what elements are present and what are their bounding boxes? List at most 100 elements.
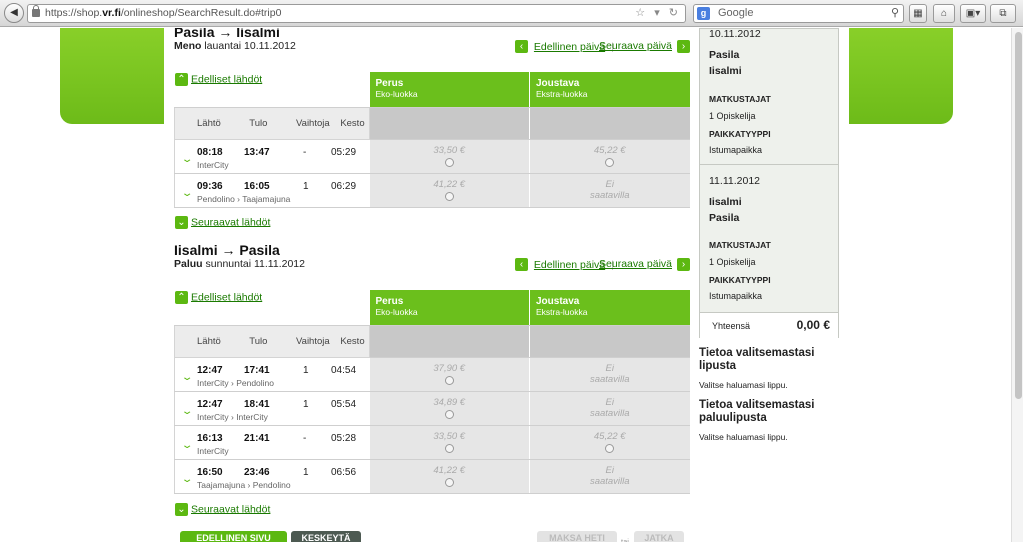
back-arrow-icon[interactable]: ◀ (4, 3, 24, 23)
chevron-down-icon[interactable]: ⌄ (181, 440, 194, 451)
outbound-later-link[interactable]: ⌄ Seuraavat lähdöt (175, 216, 270, 229)
departure-time: 08:18 (197, 146, 223, 158)
summary-out-to: Iisalmi (709, 65, 742, 77)
previous-page-button[interactable]: EDELLINEN SIVU (180, 531, 287, 542)
fare-radio[interactable] (444, 478, 454, 487)
departure-time: 16:13 (197, 432, 223, 444)
fare-perus-price: 37,90 € (433, 363, 466, 374)
fare-perus-cell[interactable]: 41,22 € (369, 459, 530, 494)
home-icon[interactable]: ⌂ (933, 4, 955, 23)
fare-radio[interactable] (605, 158, 615, 167)
summary-seat-label: PAIKKATYYPPI (709, 275, 771, 285)
fare-perus-cell[interactable]: 33,50 € (369, 139, 530, 174)
fare-joustava-cell[interactable]: Ei saatavilla (529, 173, 690, 208)
menu-icon[interactable]: ▣▾ (960, 4, 986, 23)
pay-now-button[interactable]: MAKSA HETI (537, 531, 617, 542)
summary-ret-to: Pasila (709, 212, 740, 224)
search-icon[interactable]: ⚲ (891, 5, 899, 22)
arrival-time: 17:41 (244, 364, 270, 376)
chevron-down-icon[interactable]: ⌄ (181, 372, 194, 383)
duration: 05:28 (331, 432, 357, 444)
fare-joustava-price: 45,22 € (593, 431, 626, 442)
outbound-table: Perus Eko-luokka Joustava Ekstra-luokka Lä… (174, 72, 690, 208)
fare-perus-cell[interactable]: 41,22 € (369, 173, 530, 208)
outbound-day-nav: ‹ Edellinen päivä | Seuraava päivä › (515, 40, 690, 54)
continue-button[interactable]: JATKA (634, 531, 684, 542)
chevron-down-icon[interactable]: ⌄ (181, 406, 194, 417)
addon-icon[interactable]: ⧉ (990, 4, 1016, 23)
lock-icon (32, 5, 40, 17)
search-input[interactable]: g Google ⚲ (693, 4, 904, 23)
fare-radio[interactable] (605, 444, 615, 453)
fare-joustava-cell[interactable]: 45,22 € (529, 425, 690, 460)
departure-time: 12:47 (197, 364, 223, 376)
table-row[interactable]: ⌄ 12:47 17:41 1 04:54 InterCity › Pendolino 37… (174, 357, 690, 392)
train-types: InterCity (197, 445, 229, 456)
fare-radio[interactable] (444, 410, 454, 419)
summary-seat-value: Istumapaikka (709, 291, 763, 301)
return-day-nav: ‹ Edellinen päivä | Seuraava päivä › (515, 258, 690, 272)
return-subtitle: Paluu sunnuntai 11.11.2012 (174, 258, 305, 270)
next-day-icon[interactable]: › (677, 40, 690, 53)
scrollbar-thumb[interactable] (1015, 32, 1022, 399)
outbound-later-text[interactable]: Seuraavat lähdöt (191, 216, 270, 228)
outbound-prev-day-link[interactable]: Edellinen päivä (534, 41, 605, 53)
summary-seat-label: PAIKKATYYPPI (709, 129, 771, 139)
fare-joustava-cell[interactable]: Ei saatavilla (529, 391, 690, 426)
fare-joustava-cell[interactable]: 45,22 € (529, 139, 690, 174)
duration: 04:54 (331, 364, 357, 376)
trip-summary: 10.11.2012 Pasila Iisalmi MATKUSTAJAT 1 … (699, 28, 839, 338)
cancel-button[interactable]: KESKEYTÄ (291, 531, 361, 542)
return-prev-day-link[interactable]: Edellinen päivä (534, 259, 605, 271)
out-ticket-info-text: Valitse haluamasi lippu. (699, 380, 788, 390)
departure-time: 12:47 (197, 398, 223, 410)
fare-perus-cell[interactable]: 37,90 € (369, 357, 530, 392)
departure-time: 16:50 (197, 466, 223, 478)
next-day-icon[interactable]: › (677, 258, 690, 271)
fare-perus-price: 33,50 € (433, 145, 466, 156)
return-next-day-link[interactable]: Seuraava päivä (599, 258, 672, 270)
table-row[interactable]: ⌄ 16:13 21:41 - 05:28 InterCity 33,50 € 45,22 € (174, 425, 690, 460)
vertical-scrollbar[interactable] (1011, 28, 1023, 542)
table-row[interactable]: ⌄ 09:36 16:05 1 06:29 Pendolino › Taajamajuna… (174, 173, 690, 208)
fare-perus-cell[interactable]: 33,50 € (369, 425, 530, 460)
search-placeholder: Google (718, 7, 754, 19)
or-text: tai (621, 537, 629, 542)
summary-out-from: Pasila (709, 49, 740, 61)
address-bar[interactable]: https://shop.vr.fi/onlineshop/SearchResu… (27, 4, 686, 23)
total-label: Yhteensä (712, 321, 751, 331)
table-column-headers: Lähtö Tulo Vaihtoja Kesto (174, 106, 370, 140)
changes: 1 (303, 364, 309, 376)
arrival-time: 21:41 (244, 432, 270, 444)
summary-total: Yhteensä 0,00 € (700, 312, 838, 338)
fare-perus-price: 33,50 € (433, 431, 466, 442)
fare-radio[interactable] (444, 376, 454, 385)
summary-ret-date: 11.11.2012 (709, 175, 760, 187)
grid-icon[interactable]: ▦ (909, 4, 927, 23)
chevron-down-icon[interactable]: ⌄ (181, 474, 194, 485)
fare-perus-cell[interactable]: 34,89 € (369, 391, 530, 426)
fare-radio[interactable] (444, 192, 454, 201)
fare-perus-header: Perus Eko-luokka (369, 72, 530, 108)
fare-joustava-cell[interactable]: Ei saatavilla (529, 459, 690, 494)
train-types: Pendolino › Taajamajuna (197, 193, 291, 204)
table-row[interactable]: ⌄ 12:47 18:41 1 05:54 InterCity › InterCity 34… (174, 391, 690, 426)
summary-travellers-label: MATKUSTAJAT (709, 240, 771, 250)
table-row[interactable]: ⌄ 08:18 13:47 - 05:29 InterCity 33,50 € 45,22 € (174, 139, 690, 174)
prev-day-icon[interactable]: ‹ (515, 258, 528, 271)
google-icon: g (697, 7, 710, 20)
table-column-headers: Lähtö Tulo Vaihtoja Kesto (174, 324, 370, 358)
chevron-down-icon[interactable]: ⌄ (181, 188, 194, 199)
duration: 06:29 (331, 180, 357, 192)
bookmark-star-icon[interactable]: ☆ ▾ ↻ (635, 5, 681, 22)
table-row[interactable]: ⌄ 16:50 23:46 1 06:56 Taajamajuna › Pendolino… (174, 459, 690, 494)
fare-perus-price: 34,89 € (433, 397, 466, 408)
fare-radio[interactable] (444, 158, 454, 167)
prev-day-icon[interactable]: ‹ (515, 40, 528, 53)
outbound-next-day-link[interactable]: Seuraava päivä (599, 40, 672, 52)
fare-radio[interactable] (444, 444, 454, 453)
return-later-link[interactable]: ⌄ Seuraavat lähdöt (175, 503, 270, 516)
return-later-text[interactable]: Seuraavat lähdöt (191, 503, 270, 515)
fare-joustava-cell[interactable]: Ei saatavilla (529, 357, 690, 392)
chevron-down-icon[interactable]: ⌄ (181, 154, 194, 165)
